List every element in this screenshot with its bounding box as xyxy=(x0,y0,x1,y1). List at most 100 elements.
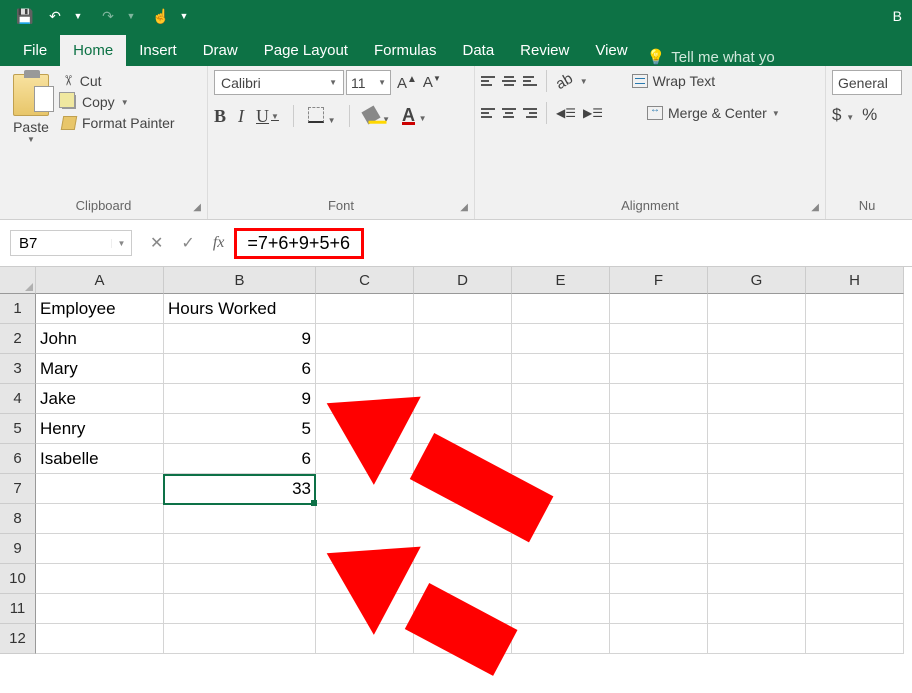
copy-dropdown-icon[interactable]: ▼ xyxy=(121,98,129,107)
border-dropdown-icon[interactable]: ▼ xyxy=(328,116,336,125)
alignment-launcher-icon[interactable]: ◢ xyxy=(811,202,819,213)
italic-button[interactable]: I xyxy=(238,106,244,127)
col-header-D[interactable]: D xyxy=(414,267,512,294)
percent-button[interactable]: % xyxy=(862,105,877,125)
cell-A3[interactable]: Mary xyxy=(36,354,164,384)
cell-A10[interactable] xyxy=(36,564,164,594)
col-header-A[interactable]: A xyxy=(36,267,164,294)
cell-E4[interactable] xyxy=(512,384,610,414)
merge-center-button[interactable]: Merge & Center ▼ xyxy=(647,105,780,121)
cell-H12[interactable] xyxy=(806,624,904,654)
cell-H3[interactable] xyxy=(806,354,904,384)
cell-C6[interactable] xyxy=(316,444,414,474)
cell-E7[interactable] xyxy=(512,474,610,504)
row-header-1[interactable]: 1 xyxy=(0,294,36,324)
copy-button[interactable]: Copy ▼ xyxy=(62,94,175,110)
cell-D7[interactable] xyxy=(414,474,512,504)
tab-review[interactable]: Review xyxy=(507,35,582,66)
cell-A7[interactable] xyxy=(36,474,164,504)
cell-D3[interactable] xyxy=(414,354,512,384)
cell-A9[interactable] xyxy=(36,534,164,564)
fx-icon[interactable]: fx xyxy=(213,234,225,252)
cell-C9[interactable] xyxy=(316,534,414,564)
tab-draw[interactable]: Draw xyxy=(190,35,251,66)
col-header-B[interactable]: B xyxy=(164,267,316,294)
font-color-dropdown-icon[interactable]: ▼ xyxy=(419,114,427,123)
cell-H9[interactable] xyxy=(806,534,904,564)
tab-data[interactable]: Data xyxy=(449,35,507,66)
cell-A5[interactable]: Henry xyxy=(36,414,164,444)
col-header-F[interactable]: F xyxy=(610,267,708,294)
format-painter-button[interactable]: Format Painter xyxy=(62,115,175,131)
cell-G8[interactable] xyxy=(708,504,806,534)
orientation-icon[interactable]: ab xyxy=(553,69,576,92)
tab-view[interactable]: View xyxy=(582,35,640,66)
cell-F1[interactable] xyxy=(610,294,708,324)
cell-G12[interactable] xyxy=(708,624,806,654)
font-launcher-icon[interactable]: ◢ xyxy=(460,202,468,213)
number-format-select[interactable]: General xyxy=(832,70,902,95)
cell-E11[interactable] xyxy=(512,594,610,624)
name-box-value[interactable]: B7 xyxy=(11,235,111,252)
name-box[interactable]: B7 ▼ xyxy=(10,230,132,256)
cell-G5[interactable] xyxy=(708,414,806,444)
decrease-font-icon[interactable]: A▼ xyxy=(423,74,441,91)
row-header-10[interactable]: 10 xyxy=(0,564,36,594)
clipboard-launcher-icon[interactable]: ◢ xyxy=(193,202,201,213)
tab-formulas[interactable]: Formulas xyxy=(361,35,450,66)
wrap-text-button[interactable]: Wrap Text xyxy=(632,73,716,89)
row-header-2[interactable]: 2 xyxy=(0,324,36,354)
cell-C10[interactable] xyxy=(316,564,414,594)
cell-B2[interactable]: 9 xyxy=(164,324,316,354)
tab-page-layout[interactable]: Page Layout xyxy=(251,35,361,66)
underline-dropdown-icon[interactable]: ▼ xyxy=(271,112,279,121)
increase-indent-icon[interactable]: ▶☰ xyxy=(583,106,603,120)
cell-D9[interactable] xyxy=(414,534,512,564)
cell-H8[interactable] xyxy=(806,504,904,534)
merge-dropdown-icon[interactable]: ▼ xyxy=(772,109,780,118)
row-header-4[interactable]: 4 xyxy=(0,384,36,414)
align-middle-icon[interactable] xyxy=(502,76,516,86)
cell-H11[interactable] xyxy=(806,594,904,624)
cell-E3[interactable] xyxy=(512,354,610,384)
undo-dropdown-icon[interactable]: ▼ xyxy=(64,4,92,28)
cell-D1[interactable] xyxy=(414,294,512,324)
cell-B9[interactable] xyxy=(164,534,316,564)
save-icon[interactable]: 💾 xyxy=(11,4,39,28)
cell-F8[interactable] xyxy=(610,504,708,534)
cell-G4[interactable] xyxy=(708,384,806,414)
currency-dropdown-icon[interactable]: ▼ xyxy=(846,113,854,122)
align-top-icon[interactable] xyxy=(481,76,495,86)
formula-input[interactable]: =7+6+9+5+6 xyxy=(234,228,364,259)
cell-G6[interactable] xyxy=(708,444,806,474)
font-size-select[interactable]: 11▼ xyxy=(346,70,391,95)
cell-D2[interactable] xyxy=(414,324,512,354)
enter-formula-icon[interactable]: ✓ xyxy=(181,233,194,253)
cell-A8[interactable] xyxy=(36,504,164,534)
cell-B10[interactable] xyxy=(164,564,316,594)
cell-G11[interactable] xyxy=(708,594,806,624)
cell-D6[interactable] xyxy=(414,444,512,474)
align-left-icon[interactable] xyxy=(481,108,495,118)
col-header-E[interactable]: E xyxy=(512,267,610,294)
row-header-9[interactable]: 9 xyxy=(0,534,36,564)
col-header-G[interactable]: G xyxy=(708,267,806,294)
row-header-8[interactable]: 8 xyxy=(0,504,36,534)
cell-G9[interactable] xyxy=(708,534,806,564)
align-center-icon[interactable] xyxy=(502,108,516,118)
cell-E9[interactable] xyxy=(512,534,610,564)
cell-H5[interactable] xyxy=(806,414,904,444)
cell-G1[interactable] xyxy=(708,294,806,324)
cell-H1[interactable] xyxy=(806,294,904,324)
cell-H4[interactable] xyxy=(806,384,904,414)
cell-H2[interactable] xyxy=(806,324,904,354)
align-right-icon[interactable] xyxy=(523,108,537,118)
cell-E5[interactable] xyxy=(512,414,610,444)
cell-B4[interactable]: 9 xyxy=(164,384,316,414)
cell-D8[interactable] xyxy=(414,504,512,534)
cell-E10[interactable] xyxy=(512,564,610,594)
cell-A12[interactable] xyxy=(36,624,164,654)
font-name-select[interactable]: Calibri▼ xyxy=(214,70,344,95)
cell-C12[interactable] xyxy=(316,624,414,654)
cell-F6[interactable] xyxy=(610,444,708,474)
